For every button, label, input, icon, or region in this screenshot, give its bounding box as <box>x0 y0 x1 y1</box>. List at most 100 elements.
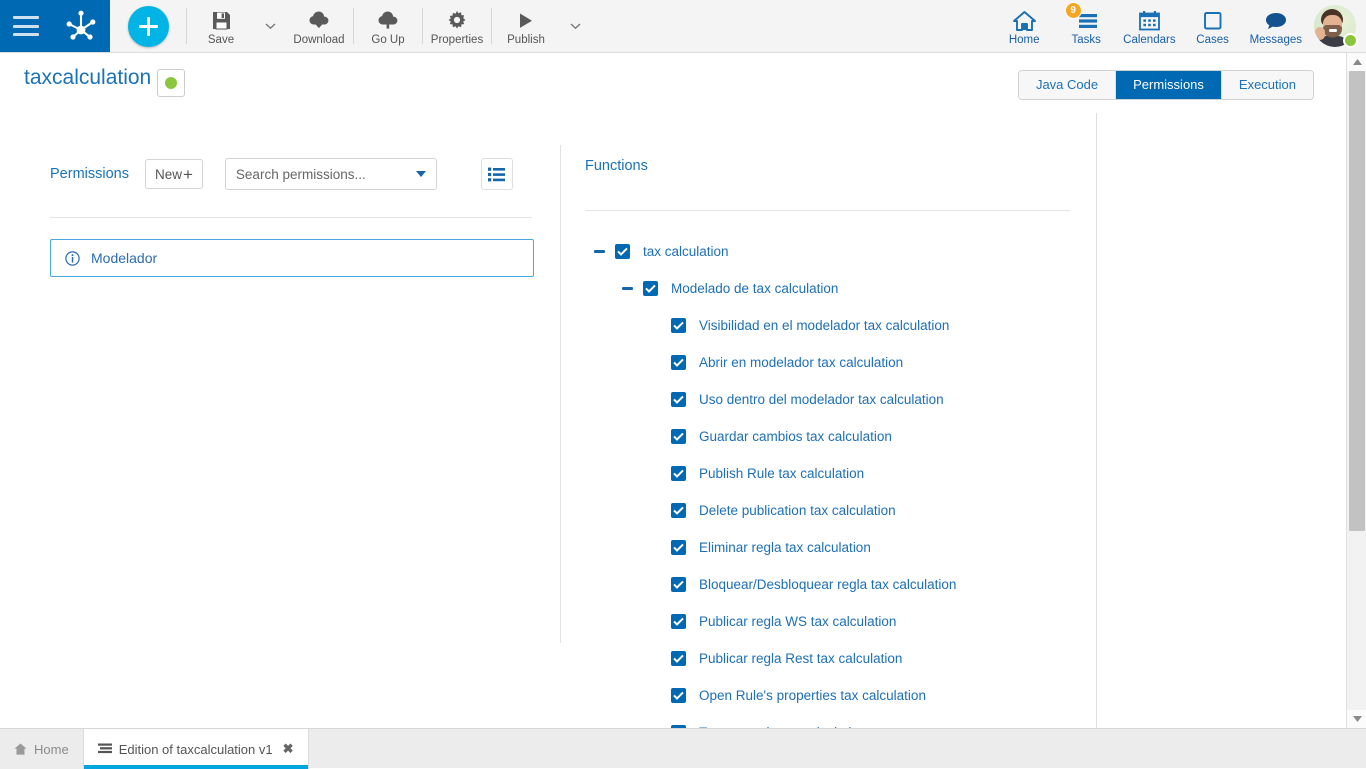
download-label: Download <box>293 34 344 46</box>
search-permissions-select[interactable]: Search permissions... <box>225 158 437 190</box>
checkbox[interactable] <box>671 318 686 333</box>
tree-node-label: Modelado de tax calculation <box>671 281 838 296</box>
checkbox[interactable] <box>671 614 686 629</box>
go-up-button[interactable]: Go Up <box>354 0 422 53</box>
scroll-up-arrow[interactable] <box>1347 53 1366 71</box>
checkbox[interactable] <box>615 244 630 259</box>
tree-node[interactable]: Publicar regla WS tax calculation <box>561 603 1096 640</box>
functions-panel: Functions tax calculation Modelado de tax… <box>561 113 1096 728</box>
functions-section-label: Functions <box>585 158 648 174</box>
permissions-divider <box>50 217 532 218</box>
scrollbar-thumb[interactable] <box>1349 71 1365 531</box>
list-view-button[interactable] <box>481 158 513 190</box>
checkbox[interactable] <box>671 651 686 666</box>
tree-node-label: Abrir en modelador tax calculation <box>699 355 903 370</box>
tree-node[interactable]: Eliminar regla tax calculation <box>561 529 1096 566</box>
home-icon <box>1012 7 1037 31</box>
tree-node[interactable]: Guardar cambios tax calculation <box>561 418 1096 455</box>
nav-messages-label: Messages <box>1250 34 1302 46</box>
tab-permissions[interactable]: Permissions <box>1116 71 1222 99</box>
checkbox[interactable] <box>671 577 686 592</box>
view-tab-group: Java Code Permissions Execution <box>1018 70 1314 100</box>
checkbox[interactable] <box>671 429 686 444</box>
tree-node-label: Visibilidad en el modelador tax calculat… <box>699 318 949 333</box>
scrollbar-track[interactable] <box>1347 71 1366 710</box>
bottom-tab-edition-label: Edition of taxcalculation v1 <box>119 742 273 757</box>
bottom-tab-bar: Home Edition of taxcalculation v1 ✖ <box>0 728 1366 768</box>
tree-node-spacer <box>647 318 663 334</box>
create-button-wrap <box>110 0 186 52</box>
status-badge[interactable] <box>157 69 185 97</box>
search-permissions-value: Search permissions... <box>236 167 416 182</box>
new-permission-button[interactable]: New + <box>145 159 203 189</box>
tree-node-spacer <box>647 651 663 667</box>
tree-node[interactable]: Testear regla tax calculation <box>561 714 1096 728</box>
create-new-button[interactable] <box>128 6 169 47</box>
bizagi-logo-icon[interactable] <box>64 9 98 43</box>
properties-label: Properties <box>431 34 483 46</box>
toolbar-spacer <box>590 0 993 52</box>
tab-execution[interactable]: Execution <box>1222 71 1313 99</box>
nav-cases-label: Cases <box>1196 34 1229 46</box>
tree-node[interactable]: Uso dentro del modelador tax calculation <box>561 381 1096 418</box>
brand-block <box>0 0 110 52</box>
avatar[interactable] <box>1314 5 1358 49</box>
speech-bubble-icon <box>1264 7 1288 31</box>
checkbox[interactable] <box>671 392 686 407</box>
tree-node[interactable]: tax calculation <box>561 233 1096 270</box>
tree-node-label: Eliminar regla tax calculation <box>699 540 871 555</box>
save-dropdown-caret[interactable] <box>255 0 285 53</box>
tree-node[interactable]: Modelado de tax calculation <box>561 270 1096 307</box>
publish-button[interactable]: Publish <box>492 0 560 53</box>
publish-dropdown-caret[interactable] <box>560 0 590 53</box>
publish-label: Publish <box>507 34 545 46</box>
tree-node-label: Delete publication tax calculation <box>699 503 896 518</box>
tree-node-spacer <box>647 392 663 408</box>
collapse-toggle-icon[interactable] <box>619 281 635 297</box>
save-button[interactable]: Save <box>187 0 255 53</box>
list-item[interactable]: Modelador <box>50 239 534 277</box>
nav-tasks-button[interactable]: 9 Tasks <box>1055 0 1117 53</box>
tree-node[interactable]: Open Rule's properties tax calculation <box>561 677 1096 714</box>
nav-home-label: Home <box>1009 34 1040 46</box>
nav-calendars-button[interactable]: Calendars <box>1117 0 1181 53</box>
properties-button[interactable]: Properties <box>423 0 491 53</box>
tree-node[interactable]: Bloquear/Desbloquear regla tax calculati… <box>561 566 1096 603</box>
chevron-down-icon <box>416 171 426 177</box>
cloud-upload-icon <box>376 7 400 31</box>
checkbox[interactable] <box>643 281 658 296</box>
permissions-panel: Permissions New + Search permissions... <box>0 113 560 728</box>
close-icon[interactable]: ✖ <box>283 741 294 757</box>
tree-node-spacer <box>647 466 663 482</box>
online-status-dot <box>1343 33 1358 48</box>
tree-node-spacer <box>647 577 663 593</box>
scroll-down-arrow[interactable] <box>1347 710 1366 728</box>
bottom-tab-edition[interactable]: Edition of taxcalculation v1 ✖ <box>84 729 309 769</box>
list-view-icon <box>488 167 505 182</box>
vertical-scrollbar[interactable] <box>1346 53 1366 728</box>
checkbox[interactable] <box>671 466 686 481</box>
square-outline-icon <box>1202 7 1223 31</box>
permissions-section-label: Permissions <box>50 166 129 182</box>
bottom-tab-home[interactable]: Home <box>0 729 84 769</box>
checkbox[interactable] <box>671 540 686 555</box>
tree-node[interactable]: Visibilidad en el modelador tax calculat… <box>561 307 1096 344</box>
document-lines-icon <box>98 743 112 755</box>
tree-node[interactable]: Publicar regla Rest tax calculation <box>561 640 1096 677</box>
hamburger-menu-icon[interactable] <box>13 16 39 36</box>
tree-node[interactable]: Publish Rule tax calculation <box>561 455 1096 492</box>
download-button[interactable]: Download <box>285 0 353 53</box>
nav-cases-button[interactable]: Cases <box>1182 0 1244 53</box>
plus-icon: + <box>183 166 193 183</box>
checkbox[interactable] <box>671 688 686 703</box>
checkbox[interactable] <box>671 503 686 518</box>
tree-node[interactable]: Delete publication tax calculation <box>561 492 1096 529</box>
nav-messages-button[interactable]: Messages <box>1244 0 1308 53</box>
checkbox[interactable] <box>671 355 686 370</box>
collapse-toggle-icon[interactable] <box>591 244 607 260</box>
tree-node[interactable]: Abrir en modelador tax calculation <box>561 344 1096 381</box>
tab-java-code[interactable]: Java Code <box>1019 71 1116 99</box>
nav-home-button[interactable]: Home <box>993 0 1055 53</box>
tree-node-spacer <box>647 429 663 445</box>
nav-calendars-label: Calendars <box>1123 34 1175 46</box>
